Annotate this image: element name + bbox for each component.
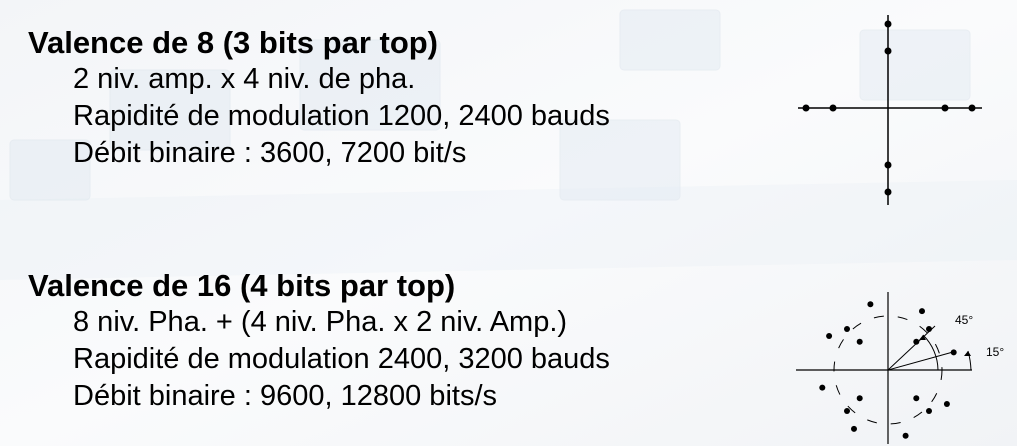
constellation-point: [943, 401, 950, 407]
constellation-point: [968, 104, 976, 112]
section-line: Rapidité de modulation 2400, 3200 bauds: [73, 343, 610, 375]
constellation-point: [919, 308, 925, 315]
constellation-point: [884, 47, 892, 55]
section-valence-8: Valence de 8 (3 bits par top) 2 niv. amp…: [28, 25, 610, 172]
constellation-point: [826, 333, 833, 339]
constellation-point: [926, 408, 932, 414]
arrow-head: [964, 351, 971, 356]
section-line: 2 niv. amp. x 4 niv. de pha.: [73, 63, 416, 95]
constellation-point: [913, 395, 920, 402]
constellation-point: [902, 432, 909, 439]
angle-label-45: 45°: [955, 313, 973, 327]
constellation-point: [884, 161, 892, 169]
constellation-point: [856, 395, 863, 402]
constellation-point: [867, 301, 874, 308]
constellation-point: [884, 188, 892, 196]
angle-arc-45: [922, 334, 939, 371]
section-title: Valence de 8 (3 bits par top): [28, 25, 439, 60]
angle-label-15: 15°: [986, 345, 1004, 359]
section-line: Débit binaire : 9600, 12800 bits/s: [73, 380, 497, 412]
constellation-point: [844, 326, 850, 332]
section-valence-16: Valence de 16 (4 bits par top) 8 niv. Ph…: [28, 268, 610, 415]
constellation-point: [844, 408, 850, 414]
constellation-point: [856, 338, 863, 345]
section-line: Débit binaire : 3600, 7200 bit/s: [73, 137, 467, 169]
constellation-point: [851, 425, 857, 432]
section-title: Valence de 16 (4 bits par top): [28, 268, 456, 303]
section-line: 8 niv. Pha. + (4 niv. Pha. x 2 niv. Amp.…: [73, 306, 568, 338]
constellation-8-diagram: [798, 15, 982, 205]
constellation-point: [802, 104, 810, 112]
constellation-point: [941, 104, 949, 112]
constellation-point: [884, 20, 892, 28]
section-line: Rapidité de modulation 1200, 2400 bauds: [73, 100, 610, 132]
constellation-point: [819, 384, 826, 391]
constellation-point: [829, 104, 837, 112]
constellation-16-diagram: 45° 15°: [796, 292, 1004, 444]
